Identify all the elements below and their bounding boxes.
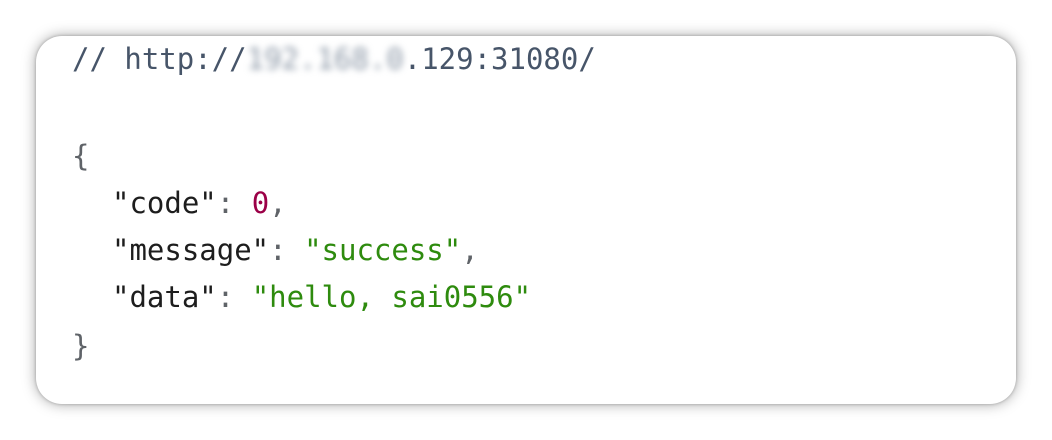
field-trailing-comma: , [461, 233, 479, 267]
close-brace: } [72, 329, 90, 363]
json-viewer-window: ‹ // http://192.168.0.129:31080/ { "code… [36, 36, 1016, 404]
request-url-comment: // http://192.168.0.129:31080/ [72, 39, 596, 79]
field-key: "data" [112, 280, 217, 314]
obscured-host: 192.168.0 [246, 42, 404, 76]
json-viewer: // http://192.168.0.129:31080/ { "code":… [72, 36, 1016, 404]
json-field-data: "data": "hello, sai0556" [72, 277, 531, 317]
field-value-string: "hello, sai0556" [251, 280, 532, 314]
field-value-number: 0 [251, 186, 270, 220]
url-suffix: .129:31080/ [403, 42, 596, 76]
json-field-message: "message": "success", [72, 230, 479, 270]
comment-prefix: // http:// [72, 42, 247, 76]
field-key: "message" [112, 233, 270, 267]
field-separator: : [269, 233, 305, 267]
collapse-toggle-icon[interactable]: ‹ [36, 184, 38, 192]
field-separator: : [216, 186, 252, 220]
open-brace: { [72, 139, 90, 173]
json-field-code: "code": 0, [72, 183, 287, 223]
field-value-string: "success" [304, 233, 462, 267]
field-trailing-comma: , [269, 186, 287, 220]
field-separator: : [216, 280, 252, 314]
field-key: "code" [112, 186, 217, 220]
